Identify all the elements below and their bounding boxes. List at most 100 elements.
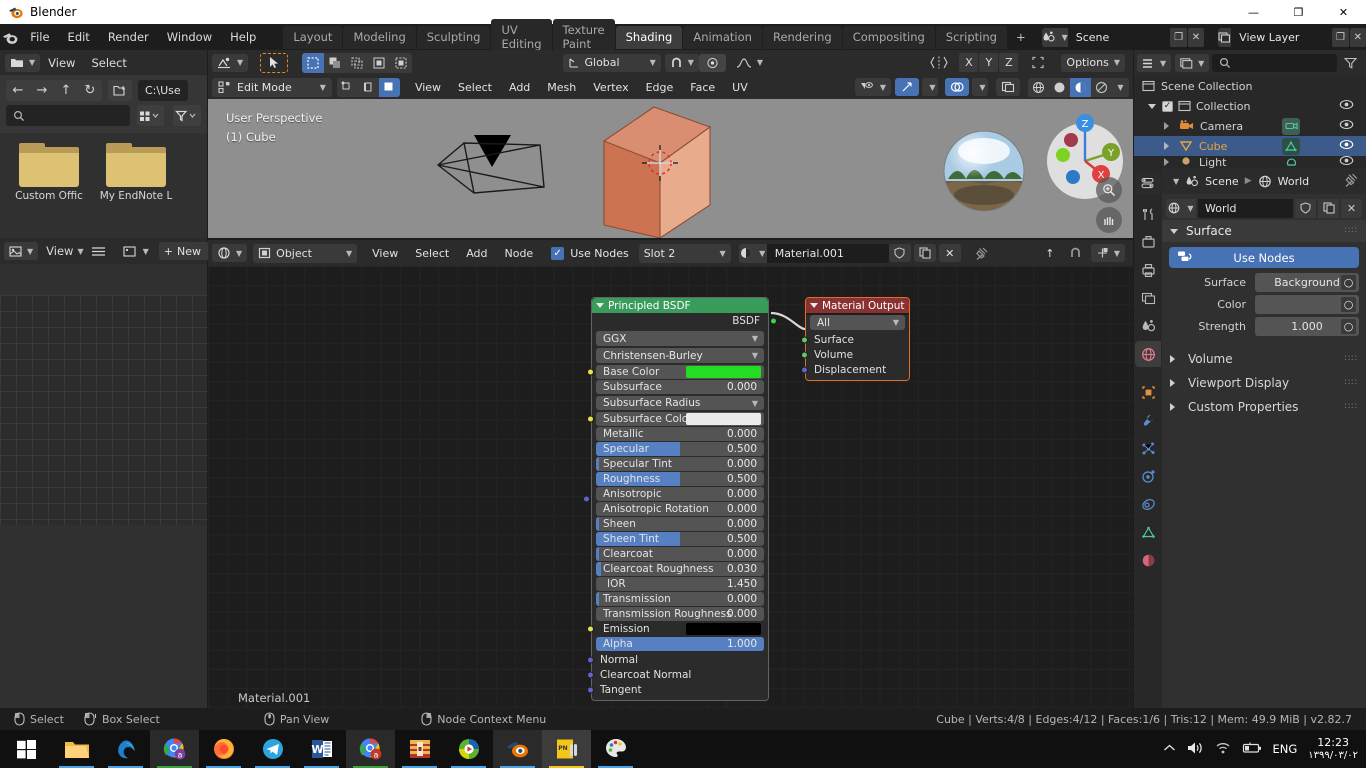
node-header-material-output[interactable]: Material Output <box>806 298 909 313</box>
shader-menu-view[interactable]: View <box>365 244 405 262</box>
properties-tab-particles[interactable] <box>1135 435 1161 461</box>
material-slot-selector[interactable]: Slot 2 ▼ <box>638 243 731 263</box>
properties-tab-render[interactable] <box>1135 229 1161 255</box>
properties-tab-world[interactable] <box>1135 341 1161 367</box>
socket-normal[interactable] <box>587 656 594 663</box>
node-output-bsdf[interactable]: BSDF <box>592 313 777 329</box>
maximize-button[interactable]: ❐ <box>1276 0 1321 24</box>
mirror-y-button[interactable]: Y <box>979 53 999 72</box>
input-sheen-tint[interactable]: Sheen Tint 0.500 <box>596 532 764 546</box>
shader-menu-select[interactable]: Select <box>408 244 456 262</box>
properties-tab-tool[interactable] <box>1135 201 1161 227</box>
breadcrumb-chevron-icon[interactable]: ▼ <box>1173 177 1179 186</box>
panel-collapse-icon[interactable] <box>1170 228 1178 234</box>
outliner-row-light[interactable]: Light <box>1134 156 1366 168</box>
material-name-field[interactable]: Material.001 <box>766 243 889 263</box>
menu-file[interactable]: File <box>21 26 58 48</box>
breadcrumb-world[interactable]: World <box>1278 175 1310 188</box>
new-folder-icon[interactable] <box>108 80 132 101</box>
outliner-row-collection[interactable]: ✓ Collection <box>1134 96 1366 116</box>
outliner-row-camera[interactable]: Camera <box>1134 116 1366 136</box>
properties-tab-material[interactable] <box>1135 547 1161 573</box>
world-name-field[interactable]: World <box>1198 198 1293 218</box>
view-layer-selector[interactable]: View Layer <box>1218 27 1332 47</box>
output-input-volume[interactable]: Volume <box>801 347 909 362</box>
gizmo-options-chevron-icon[interactable]: ▼ <box>922 78 938 96</box>
battery-icon[interactable] <box>1242 742 1262 757</box>
animate-property-icon[interactable]: ○ <box>1341 275 1356 290</box>
workspace-tab-rendering[interactable]: Rendering <box>762 25 842 49</box>
taskbar-firefox-icon[interactable] <box>199 730 248 768</box>
viewport-options-menu[interactable]: Options ▼ <box>1061 53 1126 72</box>
xray-toggle-icon[interactable] <box>1024 54 1052 72</box>
solid-shading-icon[interactable] <box>1049 77 1070 97</box>
scene-selector[interactable]: ▼ Scene <box>1041 27 1170 47</box>
visibility-eye-icon[interactable] <box>1339 156 1354 168</box>
shader-menu-node[interactable]: Node <box>497 244 540 262</box>
node-snap-magnet-icon[interactable] <box>1064 244 1088 262</box>
use-nodes-toggle[interactable]: ✓ Use Nodes <box>551 246 629 260</box>
pin-icon[interactable] <box>970 244 994 262</box>
refresh-icon[interactable]: ↻ <box>78 80 102 101</box>
close-button[interactable]: ✕ <box>1321 0 1366 24</box>
node-collapse-icon[interactable] <box>596 303 604 308</box>
outliner-row-scene-collection[interactable]: Scene Collection <box>1134 76 1366 96</box>
properties-tab-output[interactable] <box>1135 257 1161 283</box>
taskbar-kmplayer-icon[interactable] <box>444 730 493 768</box>
color-swatch[interactable] <box>686 623 761 635</box>
taskbar-edge-icon[interactable] <box>101 730 150 768</box>
clock[interactable]: 12:23 ۱۳۹۹/۰۳/۰۲ <box>1308 736 1358 762</box>
visibility-selectability-icon[interactable]: ▼ <box>854 78 891 96</box>
back-icon[interactable]: ← <box>6 80 30 101</box>
viewport-menu-select[interactable]: Select <box>451 78 499 96</box>
visibility-eye-icon[interactable] <box>1339 99 1354 113</box>
socket-volume[interactable] <box>801 351 808 358</box>
panel-header-surface[interactable]: Surface ∷∷ <box>1162 220 1366 242</box>
input-specular[interactable]: Specular 0.500 <box>596 442 764 456</box>
menu-render[interactable]: Render <box>99 26 158 48</box>
unlink-material-icon[interactable]: ✕ <box>938 244 961 262</box>
panel-header-custom-properties[interactable]: Custom Properties ∷∷ <box>1162 395 1366 419</box>
viewport-3d-canvas[interactable]: User Perspective (1) Cube Z Y X <box>208 99 1133 238</box>
menu-edit[interactable]: Edit <box>59 26 99 48</box>
taskbar-chrome-icon-2[interactable]: a <box>346 730 395 768</box>
panel-expand-icon[interactable] <box>1170 403 1179 411</box>
outliner-display-mode-selector[interactable]: ▼ <box>1175 54 1210 72</box>
overlay-options-chevron-icon[interactable]: ▼ <box>972 78 988 96</box>
expand-triangle-icon[interactable] <box>1164 122 1173 130</box>
editor-type-selector-shader[interactable]: ▼ <box>212 244 248 262</box>
use-nodes-checkbox[interactable]: ✓ <box>551 246 565 260</box>
node-material-output[interactable]: Material Output All ▼ Surface Volume Dis… <box>801 297 910 381</box>
filebrowser-menu-select[interactable]: Select <box>83 54 134 72</box>
workspace-tab-scripting[interactable]: Scripting <box>935 25 1007 49</box>
view-layer-name-field[interactable]: View Layer <box>1231 27 1332 47</box>
input-clearcoat[interactable]: Clearcoat 0.000 <box>596 547 764 561</box>
image-editor-mode-icon[interactable] <box>84 242 113 260</box>
expand-triangle-icon[interactable] <box>1164 158 1173 166</box>
volume-icon[interactable] <box>1187 741 1204 758</box>
filter-icon[interactable] <box>172 105 201 126</box>
wireframe-shading-icon[interactable] <box>1028 77 1049 97</box>
wifi-icon[interactable] <box>1215 741 1231 757</box>
light-data-icon[interactable] <box>1282 156 1300 168</box>
show-hidden-icons-icon[interactable] <box>1163 743 1176 756</box>
file-item-0[interactable]: Custom Offic <box>6 143 92 202</box>
input-transmission-roughness[interactable]: Transmission Roughness 0.000 <box>596 607 764 621</box>
shader-menu-add[interactable]: Add <box>459 244 494 262</box>
input-tangent[interactable]: Tangent <box>587 682 768 697</box>
language-indicator[interactable]: ENG <box>1273 742 1298 756</box>
input-subsurface-color[interactable]: Subsurface Color <box>587 412 764 426</box>
file-path-field[interactable]: C:\Use <box>138 80 188 101</box>
editor-type-selector-viewport[interactable]: ▼ <box>212 53 249 72</box>
file-search-input[interactable] <box>6 105 131 126</box>
outliner-row-cube[interactable]: Cube <box>1134 136 1366 156</box>
viewport-menu-face[interactable]: Face <box>683 78 722 96</box>
properties-tab-scene[interactable] <box>1135 313 1161 339</box>
image-datablock-icon[interactable]: ▼ <box>116 242 156 260</box>
input-emission[interactable]: Emission <box>587 622 764 636</box>
unlink-scene-button[interactable]: ✕ <box>1187 27 1205 47</box>
face-select-mode-icon[interactable] <box>378 77 400 97</box>
snapping-magnet-icon[interactable]: ▼ <box>664 53 699 72</box>
input-specular-tint[interactable]: Specular Tint 0.000 <box>596 457 764 471</box>
image-editor-canvas[interactable] <box>0 264 207 708</box>
